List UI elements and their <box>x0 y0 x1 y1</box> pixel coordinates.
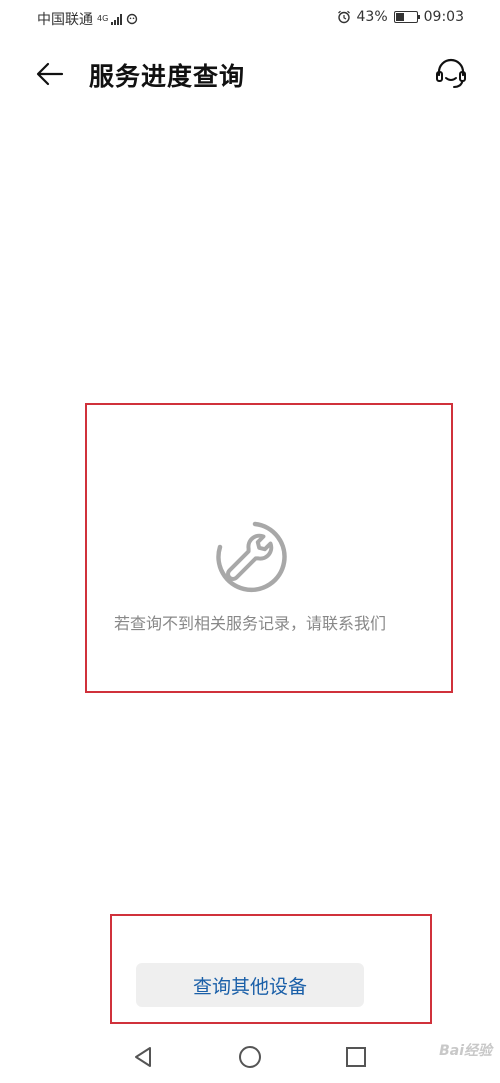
status-right: 43% 09:03 <box>337 9 464 25</box>
arrow-left-icon <box>36 62 64 86</box>
network-type-label: 4G <box>97 14 109 23</box>
app-bar: 服务进度查询 <box>0 44 500 104</box>
nav-back-button[interactable] <box>128 1042 158 1072</box>
query-other-device-button[interactable]: 查询其他设备 <box>136 963 364 1007</box>
service-progress-screen: 中国联通 4G 43% 09:03 服务进度查询 若查询不到相关服务记录，请联系… <box>0 0 500 1083</box>
carrier-label: 中国联通 <box>37 12 93 28</box>
wrench-icon <box>216 521 287 593</box>
circle-home-icon <box>239 1046 261 1068</box>
status-left: 中国联通 4G <box>37 9 138 29</box>
nav-recent-button[interactable] <box>341 1042 371 1072</box>
system-navigation-bar <box>0 1030 500 1083</box>
triangle-back-icon <box>135 1047 151 1067</box>
nav-home-button[interactable] <box>235 1042 265 1072</box>
page-title: 服务进度查询 <box>89 62 246 91</box>
battery-fill <box>395 13 405 21</box>
back-button[interactable] <box>30 56 70 92</box>
battery-icon <box>393 11 420 23</box>
square-recent-icon <box>346 1047 366 1067</box>
status-bar: 中国联通 4G 43% 09:03 <box>0 0 500 34</box>
notification-icon <box>126 13 138 25</box>
signal-icon <box>111 13 122 25</box>
battery-percent: 43% <box>356 9 388 25</box>
empty-state-message-text: 若查询不到相关服务记录，请联系我们 <box>113 614 386 633</box>
customer-support-button[interactable] <box>430 53 472 95</box>
headset-icon <box>436 58 466 88</box>
clock: 09:03 <box>423 9 464 25</box>
empty-state-message: 若查询不到相关服务记录，请联系我们 <box>0 610 500 634</box>
watermark: Bai经验 <box>439 1043 492 1059</box>
alarm-icon <box>337 10 350 24</box>
